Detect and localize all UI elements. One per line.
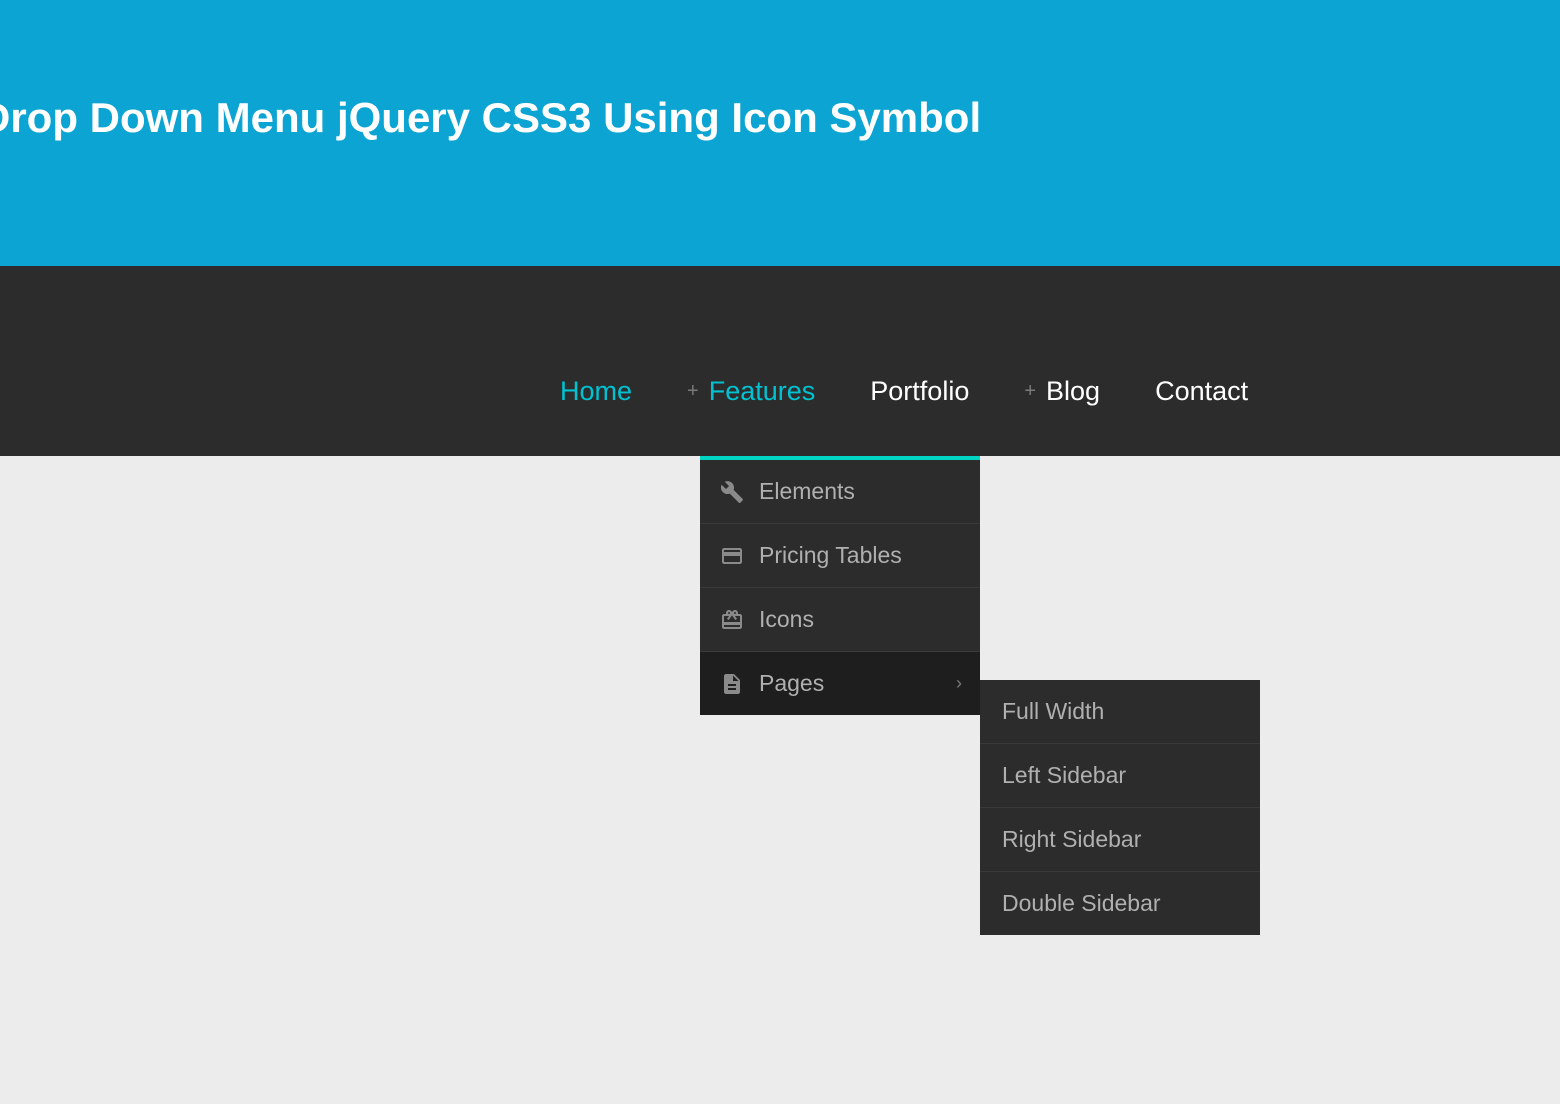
nav-label: Features	[709, 376, 816, 407]
plus-icon: +	[687, 380, 699, 403]
nav-label: Blog	[1046, 376, 1100, 407]
nav-list: Home + Features Portfolio + Blog Contact	[560, 376, 1248, 407]
submenu-label: Left Sidebar	[1002, 762, 1126, 788]
submenu-item-leftsidebar[interactable]: Left Sidebar	[980, 744, 1260, 808]
nav-item-portfolio[interactable]: Portfolio	[870, 376, 969, 407]
dropdown-label: Pages	[759, 670, 824, 697]
nav-item-home[interactable]: Home	[560, 376, 632, 407]
banner-title: Drop Down Menu jQuery CSS3 Using Icon Sy…	[0, 94, 981, 142]
dropdown-item-elements[interactable]: Elements	[700, 460, 980, 524]
submenu-item-fullwidth[interactable]: Full Width	[980, 680, 1260, 744]
nav-label: Portfolio	[870, 376, 969, 407]
card-icon	[720, 544, 744, 568]
nav-label: Home	[560, 376, 632, 407]
dropdown-label: Elements	[759, 478, 855, 505]
navbar: Home + Features Portfolio + Blog Contact	[0, 266, 1560, 456]
submenu-label: Double Sidebar	[1002, 890, 1161, 916]
wrench-icon	[720, 480, 744, 504]
submenu-label: Right Sidebar	[1002, 826, 1141, 852]
nav-item-blog[interactable]: + Blog	[1024, 376, 1100, 407]
submenu: Full Width Left Sidebar Right Sidebar Do…	[980, 680, 1260, 935]
nav-item-contact[interactable]: Contact	[1155, 376, 1248, 407]
chevron-right-icon: ›	[956, 673, 962, 694]
nav-item-features[interactable]: + Features	[687, 376, 815, 407]
dropdown-label: Icons	[759, 606, 814, 633]
dropdown-label: Pricing Tables	[759, 542, 902, 569]
gift-icon	[720, 608, 744, 632]
dropdown-item-pricing[interactable]: Pricing Tables	[700, 524, 980, 588]
banner: Drop Down Menu jQuery CSS3 Using Icon Sy…	[0, 0, 1560, 266]
nav-label: Contact	[1155, 376, 1248, 407]
dropdown-menu: Elements Pricing Tables Icons Pages ›	[700, 456, 980, 715]
submenu-label: Full Width	[1002, 698, 1104, 724]
submenu-item-rightsidebar[interactable]: Right Sidebar	[980, 808, 1260, 872]
dropdown-item-icons[interactable]: Icons	[700, 588, 980, 652]
file-icon	[720, 672, 744, 696]
plus-icon: +	[1024, 380, 1036, 403]
dropdown-item-pages[interactable]: Pages ›	[700, 652, 980, 715]
submenu-item-doublesidebar[interactable]: Double Sidebar	[980, 872, 1260, 935]
